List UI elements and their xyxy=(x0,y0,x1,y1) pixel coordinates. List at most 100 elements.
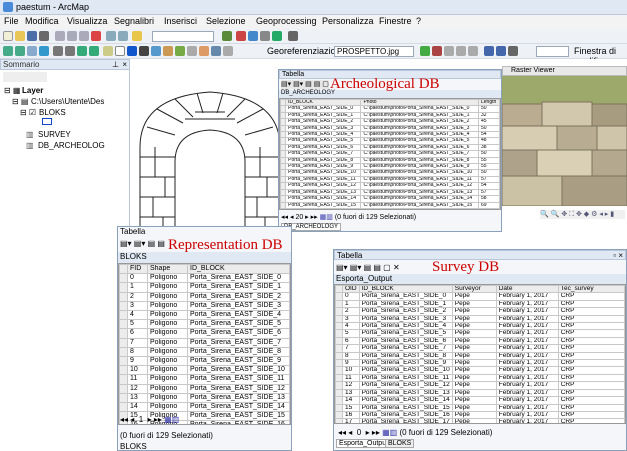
row-selector[interactable] xyxy=(335,366,343,375)
row-selector[interactable] xyxy=(119,310,128,321)
find-icon[interactable] xyxy=(139,46,149,56)
table-cell[interactable]: Porta_Sirena_EAST_SIDE_11 xyxy=(358,373,453,383)
table-cell[interactable]: Poligono xyxy=(147,319,188,330)
table-cell[interactable]: CRP xyxy=(557,381,625,390)
table-cell[interactable]: Porta_Sirena_EAST_SIDE_2 xyxy=(187,291,290,302)
table-cell[interactable]: Porta_Sirena_EAST_SIDE_6 xyxy=(187,328,290,339)
table-cell[interactable]: Pepe xyxy=(451,381,497,390)
rep-record[interactable]: 1 xyxy=(139,415,143,424)
table-cell[interactable]: Porta_Sirena_EAST_SIDE_2 xyxy=(358,307,453,316)
row-selector[interactable] xyxy=(335,322,343,331)
table-row[interactable]: 0 Porta_Sirena_EAST_SIDE_0 Pepe February 1,… xyxy=(335,292,625,301)
table-cell[interactable]: 2 xyxy=(127,291,148,302)
table-cell[interactable]: 17 xyxy=(342,418,360,423)
table-cell[interactable]: Porta_Sirena_EAST_SIDE_8 xyxy=(285,156,362,165)
row-selector[interactable] xyxy=(335,307,343,316)
survey-column-header[interactable]: Tec_survey xyxy=(557,285,625,294)
row-selector[interactable] xyxy=(119,392,128,404)
table-row[interactable]: Porta_Sirena_EAST_SIDE_10 C:\paestum\phot… xyxy=(280,169,500,177)
row-selector[interactable] xyxy=(335,329,343,338)
table-cell[interactable]: 5 xyxy=(127,319,148,330)
table-cell[interactable]: C:\paestum\photo\Porta_Sirena_EAST_SIDE_… xyxy=(360,105,479,113)
table-cell[interactable]: 14 xyxy=(127,402,148,413)
survey-bottom-tab-1[interactable]: Esporta_Output xyxy=(336,439,392,448)
rep-column-header[interactable]: ID_BLOCK xyxy=(187,264,290,275)
rep-bottom-tab[interactable]: BLOKS xyxy=(120,442,147,451)
table-cell[interactable]: Poligono xyxy=(147,374,188,385)
table-cell[interactable]: Pepe xyxy=(451,373,497,383)
row-selector[interactable] xyxy=(119,346,128,358)
table-cell[interactable]: Porta_Sirena_EAST_SIDE_11 xyxy=(187,374,290,385)
table-cell[interactable]: CRP xyxy=(557,373,625,383)
table-cell[interactable]: Porta_Sirena_EAST_SIDE_9 xyxy=(285,163,362,171)
table-cell[interactable]: Poligono xyxy=(147,402,188,413)
table-cell[interactable]: 15 xyxy=(342,403,360,412)
table-cell[interactable]: 6 xyxy=(127,328,148,339)
table-cell[interactable]: 10 xyxy=(342,366,360,375)
table-cell[interactable]: 1 xyxy=(342,299,360,309)
add-data-icon[interactable] xyxy=(132,31,142,41)
table-cell[interactable]: 1 xyxy=(127,282,148,293)
select-elements-icon[interactable] xyxy=(115,46,125,56)
table-cell[interactable]: Pepe xyxy=(451,307,497,316)
table-cell[interactable]: Pepe xyxy=(451,410,497,420)
redo-icon[interactable] xyxy=(118,31,128,41)
table-cell[interactable]: Porta_Sirena_EAST_SIDE_3 xyxy=(187,300,290,312)
table-cell[interactable]: Poligono xyxy=(147,383,188,394)
table-row[interactable]: Porta_Sirena_EAST_SIDE_4 C:\paestum\photo… xyxy=(280,130,500,139)
table-row[interactable]: 7 Porta_Sirena_EAST_SIDE_7 Pepe February 1,… xyxy=(335,344,625,353)
table-cell[interactable]: 10 xyxy=(127,365,148,376)
table-cell[interactable]: Porta_Sirena_EAST_SIDE_4 xyxy=(285,130,362,139)
fixed-zoom-in-icon[interactable] xyxy=(53,46,63,56)
table-cell[interactable]: 12 xyxy=(127,383,148,394)
row-selector[interactable] xyxy=(119,356,128,367)
print-icon[interactable] xyxy=(39,31,49,41)
raster-tools[interactable]: 🔍 🔍 ✥ ⛶ ✥ ◆ ⚙ ◂ ▸ ▮ xyxy=(540,210,625,219)
table-cell[interactable]: C:\paestum\photo\Porta_Sirena_EAST_SIDE_… xyxy=(360,111,479,120)
table-cell[interactable]: Porta_Sirena_EAST_SIDE_16 xyxy=(187,420,290,424)
table-row[interactable]: 13 Porta_Sirena_EAST_SIDE_13 Pepe February … xyxy=(335,388,625,398)
table-cell[interactable]: CRP xyxy=(557,418,625,423)
table-cell[interactable]: Pepe xyxy=(451,344,497,353)
table-cell[interactable]: Poligono xyxy=(147,300,188,312)
table-cell[interactable]: Pepe xyxy=(451,366,497,375)
paste-icon[interactable] xyxy=(79,31,89,41)
row-selector[interactable] xyxy=(119,300,128,312)
row-selector[interactable] xyxy=(335,388,343,398)
survey-bottom-tab-2[interactable]: BLOKS xyxy=(385,439,415,448)
table-cell[interactable]: Porta_Sirena_EAST_SIDE_16 xyxy=(285,207,362,209)
table-row[interactable]: 4 Porta_Sirena_EAST_SIDE_4 Pepe February 1,… xyxy=(335,322,625,331)
table-cell[interactable]: Porta_Sirena_EAST_SIDE_11 xyxy=(285,175,362,184)
table-row[interactable]: Porta_Sirena_EAST_SIDE_9 C:\paestum\photo… xyxy=(280,163,500,171)
table-cell[interactable]: Pepe xyxy=(451,396,497,405)
table-cell[interactable]: Porta_Sirena_EAST_SIDE_14 xyxy=(187,402,290,413)
add-control-points-icon[interactable] xyxy=(420,46,430,56)
table-row[interactable]: 14 Porta_Sirena_EAST_SIDE_14 Pepe February … xyxy=(335,396,625,405)
bloks-checkbox-icon[interactable]: ⊟ ☑ xyxy=(20,108,36,117)
table-cell[interactable]: February 1, 2017 xyxy=(495,292,559,301)
table-cell[interactable]: Porta_Sirena_EAST_SIDE_9 xyxy=(358,359,453,368)
table-cell[interactable]: Porta_Sirena_EAST_SIDE_14 xyxy=(285,195,362,203)
table-row[interactable]: 10 Poligono Porta_Sirena_EAST_SIDE_10 xyxy=(119,365,290,376)
table-cell[interactable]: 13 xyxy=(342,388,360,398)
table-row[interactable]: 0 Poligono Porta_Sirena_EAST_SIDE_0 xyxy=(119,273,290,284)
table-cell[interactable]: Porta_Sirena_EAST_SIDE_13 xyxy=(285,188,362,197)
table-cell[interactable]: Porta_Sirena_EAST_SIDE_6 xyxy=(358,336,453,346)
table-cell[interactable]: Porta_Sirena_EAST_SIDE_0 xyxy=(285,105,362,113)
table-cell[interactable]: Porta_Sirena_EAST_SIDE_1 xyxy=(187,282,290,293)
table-cell[interactable]: February 1, 2017 xyxy=(495,373,559,383)
survey-nav[interactable]: ◂◂ ◂ 0 ▸ ▸▸ ▦▥ (0 fuori di 129 Seleziona… xyxy=(338,428,492,437)
menu-modifica[interactable]: Modifica xyxy=(25,16,59,26)
table-cell[interactable]: February 1, 2017 xyxy=(495,344,559,353)
full-extent-icon[interactable] xyxy=(39,46,49,56)
menu-help[interactable]: ? xyxy=(416,16,421,26)
forward-extent-icon[interactable] xyxy=(89,46,99,56)
new-document-icon[interactable] xyxy=(3,31,13,41)
table-cell[interactable]: Pepe xyxy=(451,322,497,331)
table-cell[interactable]: Porta_Sirena_EAST_SIDE_15 xyxy=(358,403,453,412)
save-icon[interactable] xyxy=(27,31,37,41)
table-cell[interactable]: Poligono xyxy=(147,282,188,293)
menu-personalizza[interactable]: Personalizza xyxy=(322,16,374,26)
table-cell[interactable]: CRP xyxy=(557,292,625,301)
table-row[interactable]: 9 Poligono Porta_Sirena_EAST_SIDE_9 xyxy=(119,356,290,367)
